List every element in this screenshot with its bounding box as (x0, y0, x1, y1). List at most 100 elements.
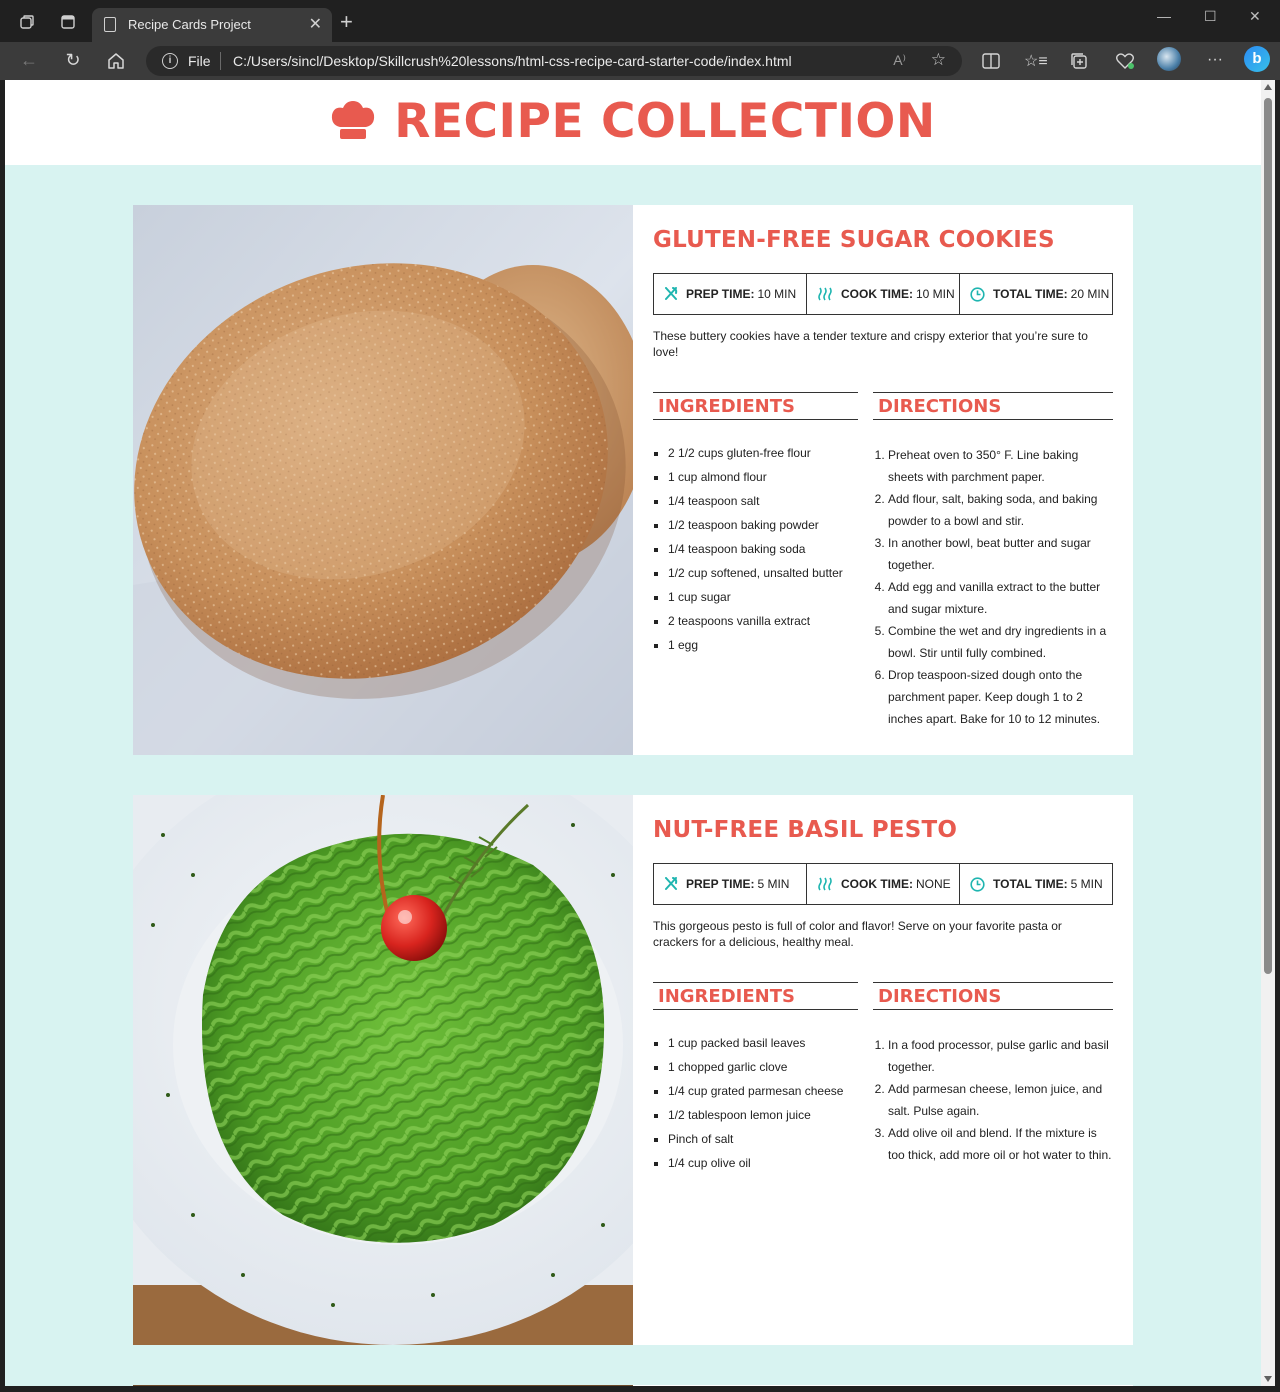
favorites-icon[interactable]: ☆≡ (1024, 51, 1048, 71)
workspaces-icon[interactable] (19, 14, 35, 30)
bing-copilot-icon[interactable]: b (1244, 46, 1270, 72)
page-scrollbar[interactable] (1261, 80, 1275, 1386)
prep-time-value: 10 MIN (757, 287, 797, 301)
address-separator (220, 52, 221, 70)
recipe-card-cookies: GLUTEN-FREE SUGAR COOKIES PREP TIME: 10 … (133, 205, 1133, 755)
list-item: Add egg and vanilla extract to the butte… (888, 576, 1113, 620)
list-item: 1 cup packed basil leaves (668, 1035, 858, 1059)
back-icon[interactable]: ← (18, 50, 40, 71)
total-time-value: 5 MIN (1070, 877, 1103, 891)
prep-time: PREP TIME: 10 MIN (654, 274, 807, 314)
cook-time: COOK TIME: NONE (807, 864, 960, 904)
heat-waves-icon (818, 287, 832, 301)
prep-time-value: 5 MIN (757, 877, 790, 891)
home-icon[interactable] (107, 52, 125, 70)
list-item: 1/4 cup olive oil (668, 1155, 858, 1179)
list-item: Pinch of salt (668, 1131, 858, 1155)
cook-time: COOK TIME: 10 MIN (807, 274, 960, 314)
list-item: 1/2 teaspoon baking powder (668, 517, 858, 541)
ingredients-list: 2 1/2 cups gluten-free flour 1 cup almon… (653, 445, 858, 661)
list-item: 1 egg (668, 637, 858, 661)
total-time-value: 20 MIN (1070, 287, 1110, 301)
directions-heading: DIRECTIONS (873, 982, 1113, 1010)
prep-time-label: PREP TIME: (686, 287, 755, 301)
list-item: 1/2 tablespoon lemon juice (668, 1107, 858, 1131)
directions-section: DIRECTIONS Preheat oven to 350° F. Line … (873, 392, 1113, 730)
list-item: Drop teaspoon-sized dough onto the parch… (888, 664, 1113, 730)
list-item: Add flour, salt, baking soda, and baking… (888, 488, 1113, 532)
recipe-body: GLUTEN-FREE SUGAR COOKIES PREP TIME: 10 … (653, 205, 1113, 360)
maximize-icon[interactable]: ☐ (1204, 8, 1217, 25)
page-header: RECIPE COLLECTION (5, 80, 1261, 165)
recipe-title: NUT-FREE BASIL PESTO (653, 817, 958, 843)
next-recipe-photo (133, 1385, 633, 1386)
utensils-icon (665, 287, 678, 300)
cook-time-label: COOK TIME: (841, 877, 913, 891)
list-item: 1/2 cup softened, unsalted butter (668, 565, 858, 589)
browser-toolbar: ← ↻ i File C:/Users/sincl/Desktop/Skillc… (0, 42, 1280, 80)
total-time-label: TOTAL TIME: (993, 877, 1068, 891)
scrollbar-thumb[interactable] (1264, 98, 1272, 974)
minimize-icon[interactable]: — (1157, 8, 1171, 24)
list-item: Add parmesan cheese, lemon juice, and sa… (888, 1078, 1113, 1122)
close-tab-icon[interactable]: ✕ (309, 14, 322, 34)
favorite-star-icon[interactable]: ☆ (931, 50, 946, 70)
list-item: Combine the wet and dry ingredients in a… (888, 620, 1113, 664)
prep-time-label: PREP TIME: (686, 877, 755, 891)
list-item: Preheat oven to 350° F. Line baking shee… (888, 444, 1113, 488)
ingredients-section: INGREDIENTS 1 cup packed basil leaves 1 … (653, 982, 858, 1179)
total-time: TOTAL TIME: 20 MIN (960, 274, 1112, 314)
browser-essentials-icon[interactable] (1115, 52, 1135, 70)
cookie-photo (133, 205, 633, 755)
recipe-title: GLUTEN-FREE SUGAR COOKIES (653, 227, 1055, 253)
total-time: TOTAL TIME: 5 MIN (960, 864, 1112, 904)
directions-section: DIRECTIONS In a food processor, pulse ga… (873, 982, 1113, 1166)
directions-heading: DIRECTIONS (873, 392, 1113, 420)
directions-list: Preheat oven to 350° F. Line baking shee… (873, 444, 1113, 730)
ingredients-heading: INGREDIENTS (653, 982, 858, 1010)
new-tab-icon[interactable]: + (340, 9, 353, 35)
list-item: In another bowl, beat butter and sugar t… (888, 532, 1113, 576)
close-window-icon[interactable]: ✕ (1249, 8, 1261, 25)
document-icon (104, 17, 116, 32)
read-aloud-icon[interactable]: A⁾ (893, 52, 906, 69)
list-item: 2 1/2 cups gluten-free flour (668, 445, 858, 469)
cook-time-value: NONE (916, 877, 951, 891)
recipe-description: These buttery cookies have a tender text… (653, 329, 1088, 359)
active-tab[interactable]: Recipe Cards Project ✕ (92, 8, 332, 42)
recipe-description: This gorgeous pesto is full of color and… (653, 919, 1062, 949)
page-title: RECIPE COLLECTION (5, 94, 1261, 149)
scroll-down-icon[interactable] (1264, 1376, 1272, 1382)
list-item: 1 cup sugar (668, 589, 858, 613)
clock-icon (970, 286, 985, 302)
recipe-times: PREP TIME: 10 MIN COOK TIME: 10 MIN TOTA… (653, 273, 1113, 315)
ingredients-section: INGREDIENTS 2 1/2 cups gluten-free flour… (653, 392, 858, 661)
tab-actions-icon[interactable] (60, 14, 76, 30)
page-viewport: RECIPE COLLECTION GLUTEN-FREE SUGAR COOK… (5, 80, 1261, 1386)
profile-avatar[interactable] (1157, 47, 1181, 71)
settings-more-icon[interactable]: ··· (1204, 51, 1226, 69)
recipe-body: NUT-FREE BASIL PESTO PREP TIME: 5 MIN CO… (653, 795, 1113, 950)
cook-time-label: COOK TIME: (841, 287, 913, 301)
utensils-icon (665, 877, 678, 890)
tab-title: Recipe Cards Project (128, 17, 251, 32)
chef-hat-icon (332, 100, 375, 139)
list-item: 1 chopped garlic clove (668, 1059, 858, 1083)
pesto-photo (133, 795, 633, 1345)
prep-time: PREP TIME: 5 MIN (654, 864, 807, 904)
ingredients-list: 1 cup packed basil leaves 1 chopped garl… (653, 1035, 858, 1179)
address-url[interactable]: C:/Users/sincl/Desktop/Skillcrush%20less… (233, 53, 792, 69)
address-bar[interactable]: i File C:/Users/sincl/Desktop/Skillcrush… (146, 46, 962, 76)
refresh-icon[interactable]: ↻ (62, 50, 84, 71)
split-screen-icon[interactable] (982, 53, 1000, 69)
site-info-icon[interactable]: i (162, 53, 178, 69)
directions-list: In a food processor, pulse garlic and ba… (873, 1034, 1113, 1166)
cook-time-value: 10 MIN (916, 287, 955, 301)
scroll-up-icon[interactable] (1264, 84, 1272, 90)
list-item: 2 teaspoons vanilla extract (668, 613, 858, 637)
list-item: 1/4 cup grated parmesan cheese (668, 1083, 858, 1107)
page-title-text: RECIPE COLLECTION (394, 94, 936, 149)
ingredients-heading: INGREDIENTS (653, 392, 858, 420)
collections-icon[interactable] (1070, 52, 1088, 70)
clock-icon (970, 876, 985, 892)
